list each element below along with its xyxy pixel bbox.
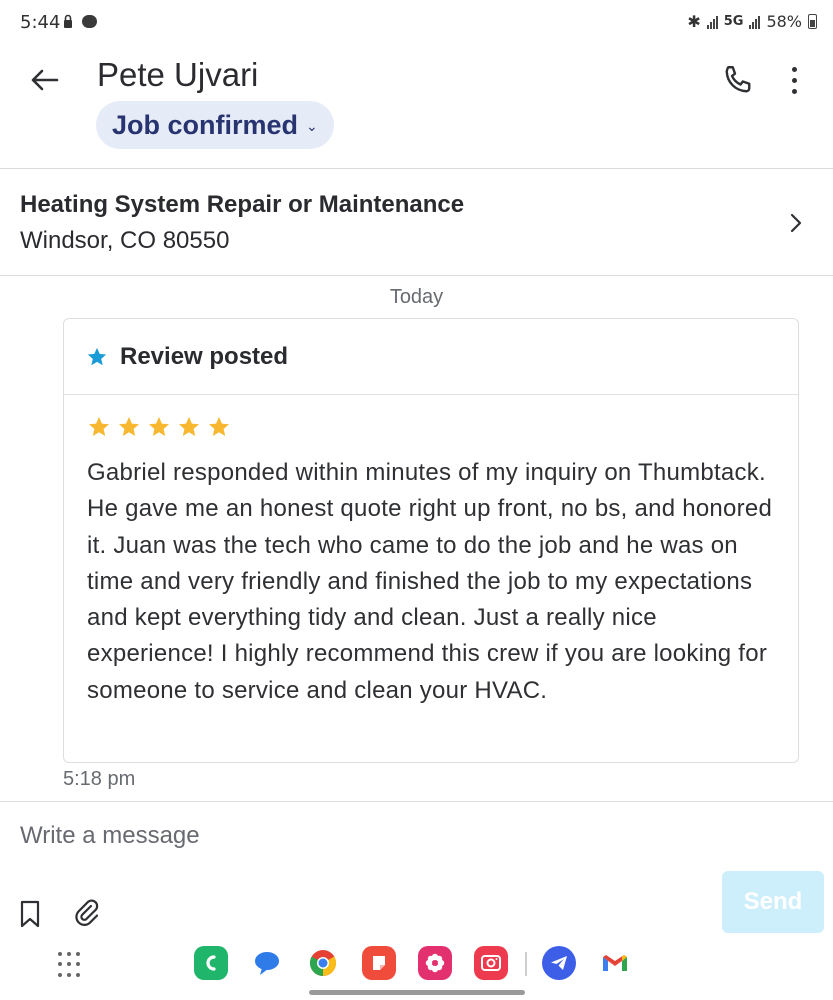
- back-arrow-icon[interactable]: [26, 62, 62, 98]
- job-summary-row[interactable]: Heating System Repair or Maintenance Win…: [0, 169, 833, 276]
- star-icon: [87, 347, 107, 365]
- more-options-icon[interactable]: [782, 62, 806, 98]
- job-location: Windsor, CO 80550: [20, 227, 230, 254]
- chevron-right-icon: [790, 213, 802, 233]
- star-rating: [87, 415, 231, 439]
- review-card: Review posted Gabriel responded within m…: [63, 318, 799, 763]
- app-drawer-icon[interactable]: [58, 952, 84, 978]
- lock-icon: [64, 14, 72, 28]
- phone-icon[interactable]: [720, 62, 756, 98]
- review-text: Gabriel responded within minutes of my i…: [87, 459, 773, 704]
- job-status-dropdown[interactable]: Job confirmed ⌄: [96, 101, 334, 149]
- phone-app-icon[interactable]: [194, 946, 228, 980]
- notes-app-icon[interactable]: [362, 946, 396, 980]
- job-divider: [0, 275, 833, 276]
- date-label: Today: [389, 286, 444, 308]
- rating-star-icon: [179, 417, 199, 436]
- rating-star-icon: [209, 417, 229, 436]
- flower-app-icon[interactable]: [418, 946, 452, 980]
- contact-name: Pete Ujvari: [97, 56, 259, 93]
- chrome-app-icon[interactable]: [306, 946, 340, 980]
- battery-icon: [808, 14, 817, 29]
- send-button[interactable]: Send: [722, 871, 824, 933]
- camera-app-icon[interactable]: [474, 946, 508, 980]
- job-title: Heating System Repair or Maintenance: [20, 191, 465, 218]
- rating-star-icon: [89, 417, 109, 436]
- signal-icon-2: [749, 15, 761, 29]
- thumbtack-conversation-screen: 5:44 ✱ 5G 58% Pete Ujvari Job confirmed …: [0, 0, 833, 1000]
- status-time: 5:44: [20, 12, 61, 33]
- telegram-app-icon[interactable]: [542, 946, 576, 980]
- review-header-label: Review posted: [120, 342, 289, 370]
- chevron-down-icon: ⌄: [306, 118, 318, 135]
- job-status-label: Job confirmed: [112, 109, 299, 140]
- network-type: 5G: [723, 14, 744, 29]
- review-card-header: Review posted: [64, 319, 798, 395]
- status-indicators: ✱ 5G 58%: [687, 12, 817, 31]
- status-bar: 5:44 ✱ 5G 58%: [0, 0, 833, 46]
- battery-level: 58%: [766, 12, 802, 31]
- rating-star-icon: [119, 417, 139, 436]
- dock-separator: [525, 952, 527, 976]
- navigation-dock: [0, 940, 833, 1000]
- message-input[interactable]: [0, 802, 833, 870]
- rating-star-icon: [149, 417, 169, 436]
- bluetooth-icon: ✱: [687, 12, 701, 31]
- bookmark-icon[interactable]: [16, 898, 44, 930]
- messages-app-icon[interactable]: [250, 946, 284, 980]
- message-timestamp: 5:18 pm: [63, 768, 136, 790]
- signal-icon: [706, 15, 718, 29]
- notification-icon: [82, 15, 97, 28]
- gmail-app-icon[interactable]: [598, 946, 632, 980]
- paperclip-icon[interactable]: [72, 898, 102, 928]
- home-indicator[interactable]: [309, 990, 525, 995]
